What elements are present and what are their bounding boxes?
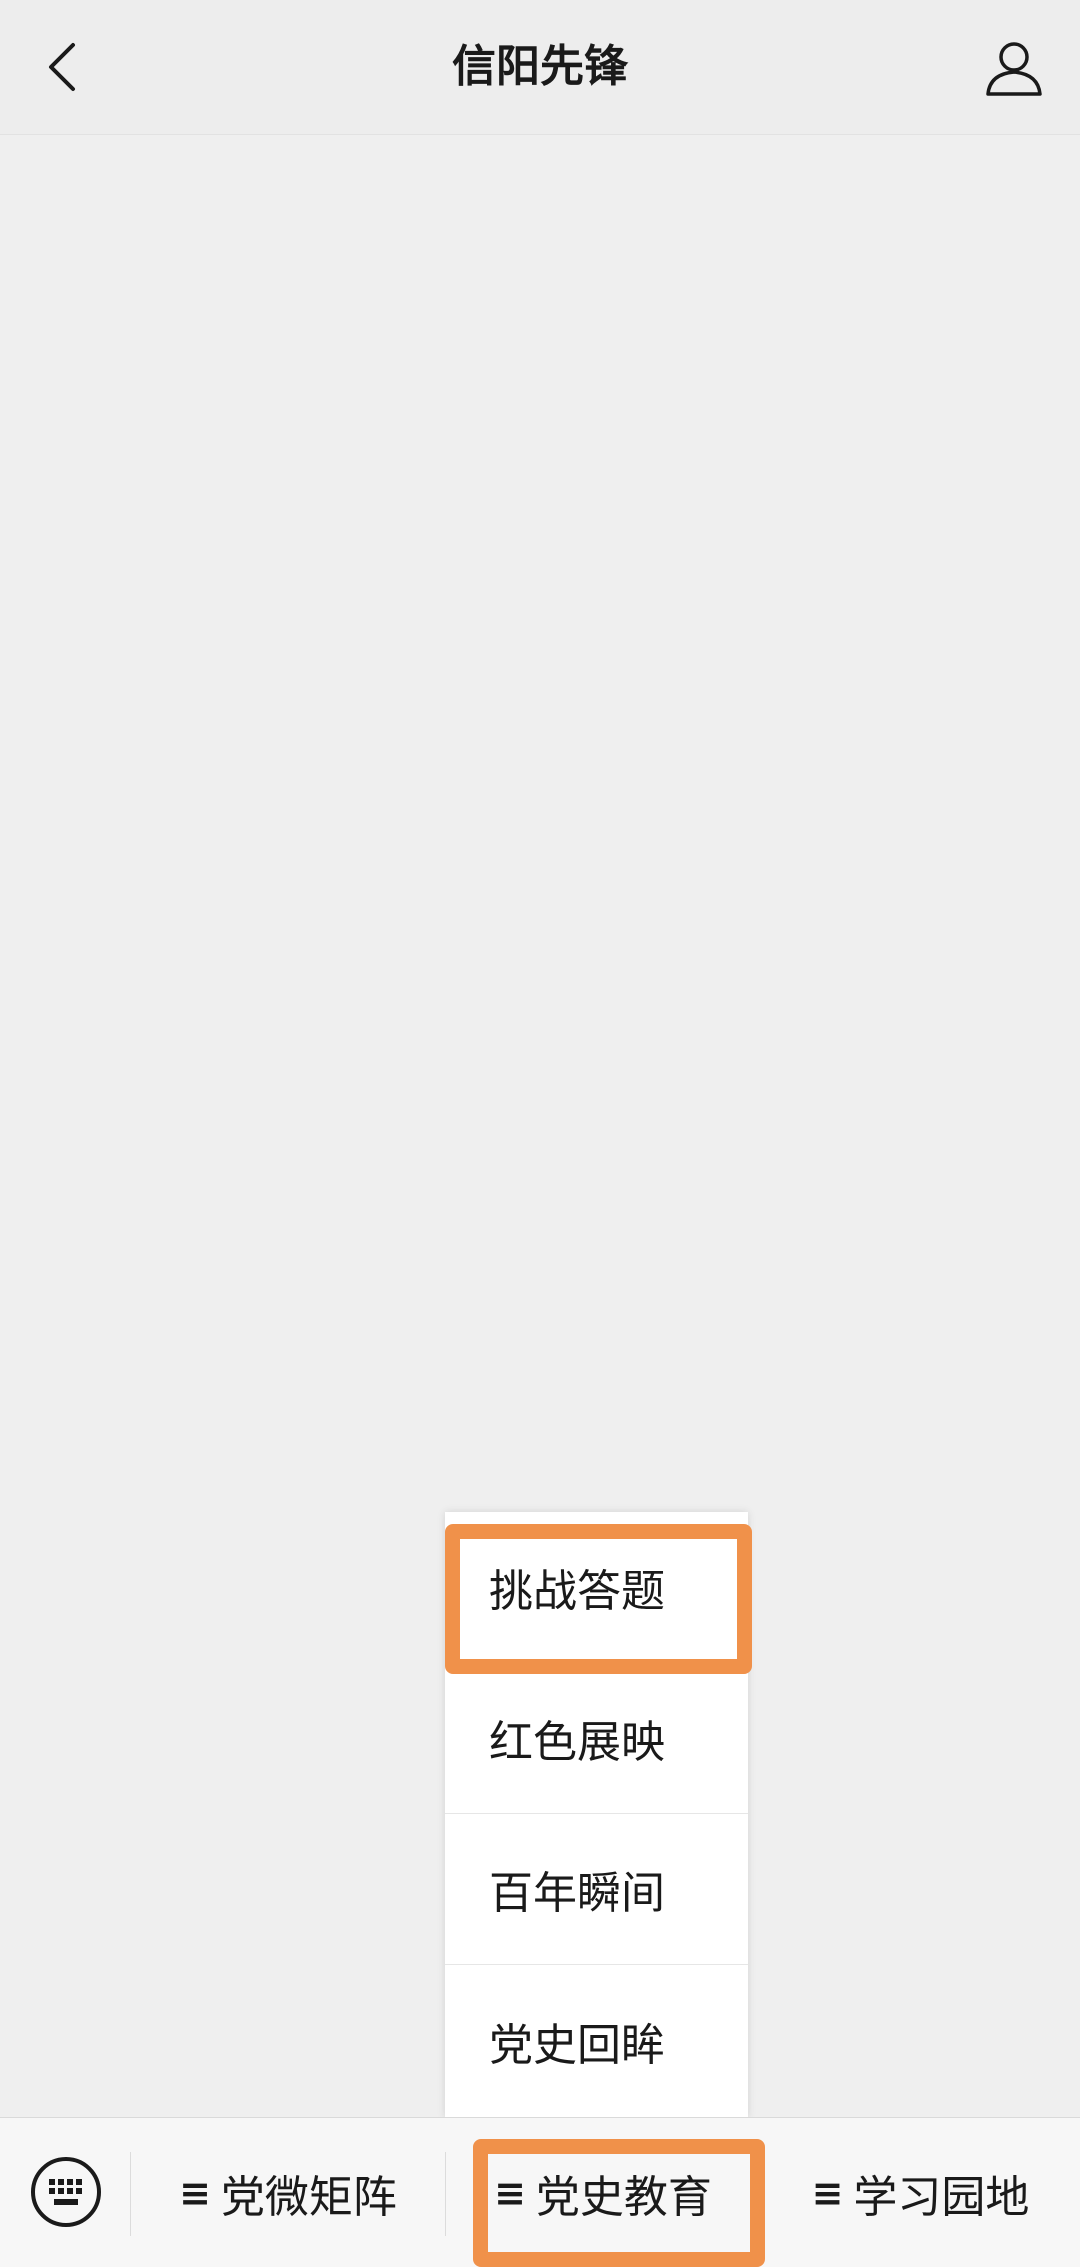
menu-icon: ≡: [179, 2171, 211, 2215]
menu-tab-label: 党史教育: [535, 2172, 712, 2223]
submenu-item-label: 红色展映: [489, 1717, 665, 1768]
menu-tab-study-garden[interactable]: ≡ 学习园地: [761, 2118, 1080, 2267]
menu-tab-party-history-education[interactable]: ≡ 党史教育: [446, 2118, 760, 2267]
menu-tab-party-micro-matrix[interactable]: ≡ 党微矩阵: [131, 2118, 445, 2267]
screen: 信阳先锋 挑战答题 红色展映 百年瞬间 党史回眸 ≡ 党微矩阵 ≡ 党史教育 ≡…: [0, 0, 1080, 2267]
menu-icon: ≡: [811, 2171, 844, 2215]
submenu-item-label: 挑战答题: [489, 1566, 665, 1617]
page-title: 信阳先锋: [452, 41, 628, 92]
menu-tab-label: 学习园地: [853, 2172, 1030, 2223]
submenu-item-century-moments[interactable]: 百年瞬间: [445, 1814, 748, 1965]
submenu-item-label: 党史回眸: [489, 2019, 665, 2071]
submenu-item-challenge-quiz[interactable]: 挑战答题: [445, 1512, 748, 1663]
menu-icon: ≡: [494, 2171, 526, 2215]
top-nav-bar: 信阳先锋: [0, 0, 1080, 135]
profile-button[interactable]: [978, 32, 1050, 104]
keyboard-icon: [31, 2157, 101, 2227]
submenu-item-label: 百年瞬间: [489, 1868, 665, 1919]
bottom-menu-bar: ≡ 党微矩阵 ≡ 党史教育 ≡ 学习园地: [0, 2117, 1080, 2267]
submenu-item-red-screening[interactable]: 红色展映: [445, 1663, 748, 1814]
keyboard-toggle-button[interactable]: [28, 2154, 104, 2230]
submenu-item-party-history-review[interactable]: 党史回眸: [445, 1965, 748, 2116]
user-icon: [986, 42, 1042, 96]
submenu-popup: 挑战答题 红色展映 百年瞬间 党史回眸: [445, 1512, 748, 2118]
menu-tab-label: 党微矩阵: [220, 2172, 397, 2223]
